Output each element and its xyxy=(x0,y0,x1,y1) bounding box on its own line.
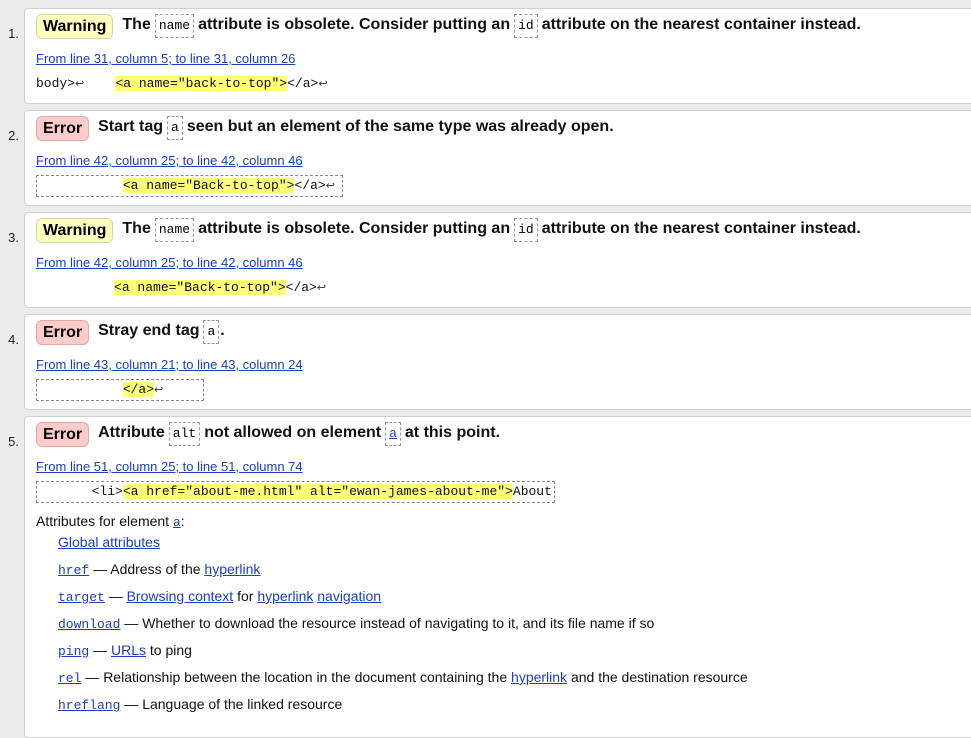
warning-badge: Warning xyxy=(36,13,114,39)
code-a: a xyxy=(385,422,401,446)
element-a-link[interactable]: a xyxy=(173,515,181,530)
message-text: The name attribute is obsolete. Consider p… xyxy=(122,218,861,242)
hyperlink-link[interactable]: hyperlink xyxy=(511,669,567,685)
item-number: 3. xyxy=(8,230,19,245)
item-number: 1. xyxy=(8,26,19,41)
attribute-row-target: target — Browsing context for hyperlink … xyxy=(58,588,382,605)
code-name: name xyxy=(154,218,195,242)
message-header: Error Start tag a seen but an element of t… xyxy=(36,115,614,141)
location-link[interactable]: From line 42, column 25; to line 42, col… xyxy=(36,255,303,270)
item-number: 2. xyxy=(8,128,19,143)
attribute-row-rel: rel — Relationship between the location … xyxy=(58,669,748,686)
message-card: Error Stray end tag a. From line 43, colu… xyxy=(24,314,971,410)
attributes-heading: Attributes for element a: xyxy=(36,513,185,530)
message-header: Warning The name attribute is obsolete. Co… xyxy=(36,217,861,243)
warning-badge: Warning xyxy=(36,217,114,243)
message-header: Error Stray end tag a. xyxy=(36,319,225,345)
code-id: id xyxy=(514,14,538,38)
global-attributes-link[interactable]: Global attributes xyxy=(58,534,160,550)
navigation-link[interactable]: navigation xyxy=(317,588,381,604)
message-card: Error Attribute alt not allowed on element… xyxy=(24,416,971,738)
browsing-context-link[interactable]: Browsing context xyxy=(127,588,234,604)
target-link[interactable]: target xyxy=(58,590,105,605)
attribute-row-download: download — Whether to download the resou… xyxy=(58,615,655,632)
message-text: The name attribute is obsolete. Consider p… xyxy=(122,14,861,38)
attribute-row-hreflang: hreflang — Language of the linked resour… xyxy=(58,696,343,713)
message-card: Error Start tag a seen but an element of t… xyxy=(24,110,971,206)
attribute-row-global: Global attributes xyxy=(58,534,160,550)
location-link[interactable]: From line 51, column 25; to line 51, col… xyxy=(36,459,303,474)
href-link[interactable]: href xyxy=(58,563,89,578)
location-link[interactable]: From line 42, column 25; to line 42, col… xyxy=(36,153,303,168)
item-number: 5. xyxy=(8,434,19,449)
code-a: a xyxy=(167,116,183,140)
urls-link[interactable]: URLs xyxy=(111,642,146,658)
attribute-row-ping: ping — URLs to ping xyxy=(58,642,192,659)
rel-link[interactable]: rel xyxy=(58,671,81,686)
error-badge: Error xyxy=(36,319,90,345)
hyperlink-link[interactable]: hyperlink xyxy=(257,588,313,604)
code-a: a xyxy=(203,320,220,344)
message-text: Stray end tag a. xyxy=(98,320,225,344)
hyperlink-link[interactable]: hyperlink xyxy=(204,561,260,577)
code-alt: alt xyxy=(168,422,201,446)
message-card: Warning The name attribute is obsolete. Co… xyxy=(24,8,971,104)
code-extract: </a>↩ xyxy=(36,379,204,401)
attribute-row-href: href — Address of the hyperlink xyxy=(58,561,261,578)
location-link[interactable]: From line 31, column 5; to line 31, colu… xyxy=(36,51,295,66)
code-extract: body>↩ <a name="back-to-top"></a>↩ xyxy=(36,76,328,91)
code-id: id xyxy=(514,218,538,242)
download-link[interactable]: download xyxy=(58,617,120,632)
code-name: name xyxy=(154,14,195,38)
location-link[interactable]: From line 43, column 21; to line 43, col… xyxy=(36,357,303,372)
code-extract: <a name="Back-to-top"></a>↩ xyxy=(36,175,343,197)
error-badge: Error xyxy=(36,421,90,447)
item-number: 4. xyxy=(8,332,19,347)
message-header: Error Attribute alt not allowed on element… xyxy=(36,421,500,447)
hreflang-link[interactable]: hreflang xyxy=(58,698,120,713)
message-text: Attribute alt not allowed on element a at th… xyxy=(98,422,500,446)
message-text: Start tag a seen but an element of the sam… xyxy=(98,116,614,140)
message-header: Warning The name attribute is obsolete. Co… xyxy=(36,13,861,39)
code-extract: <a name="Back-to-top"></a>↩ xyxy=(114,280,327,295)
code-extract: <li><a href="about-me.html" alt="ewan-ja… xyxy=(36,481,555,503)
ping-link[interactable]: ping xyxy=(58,644,89,659)
message-card: Warning The name attribute is obsolete. Co… xyxy=(24,212,971,308)
error-badge: Error xyxy=(36,115,90,141)
